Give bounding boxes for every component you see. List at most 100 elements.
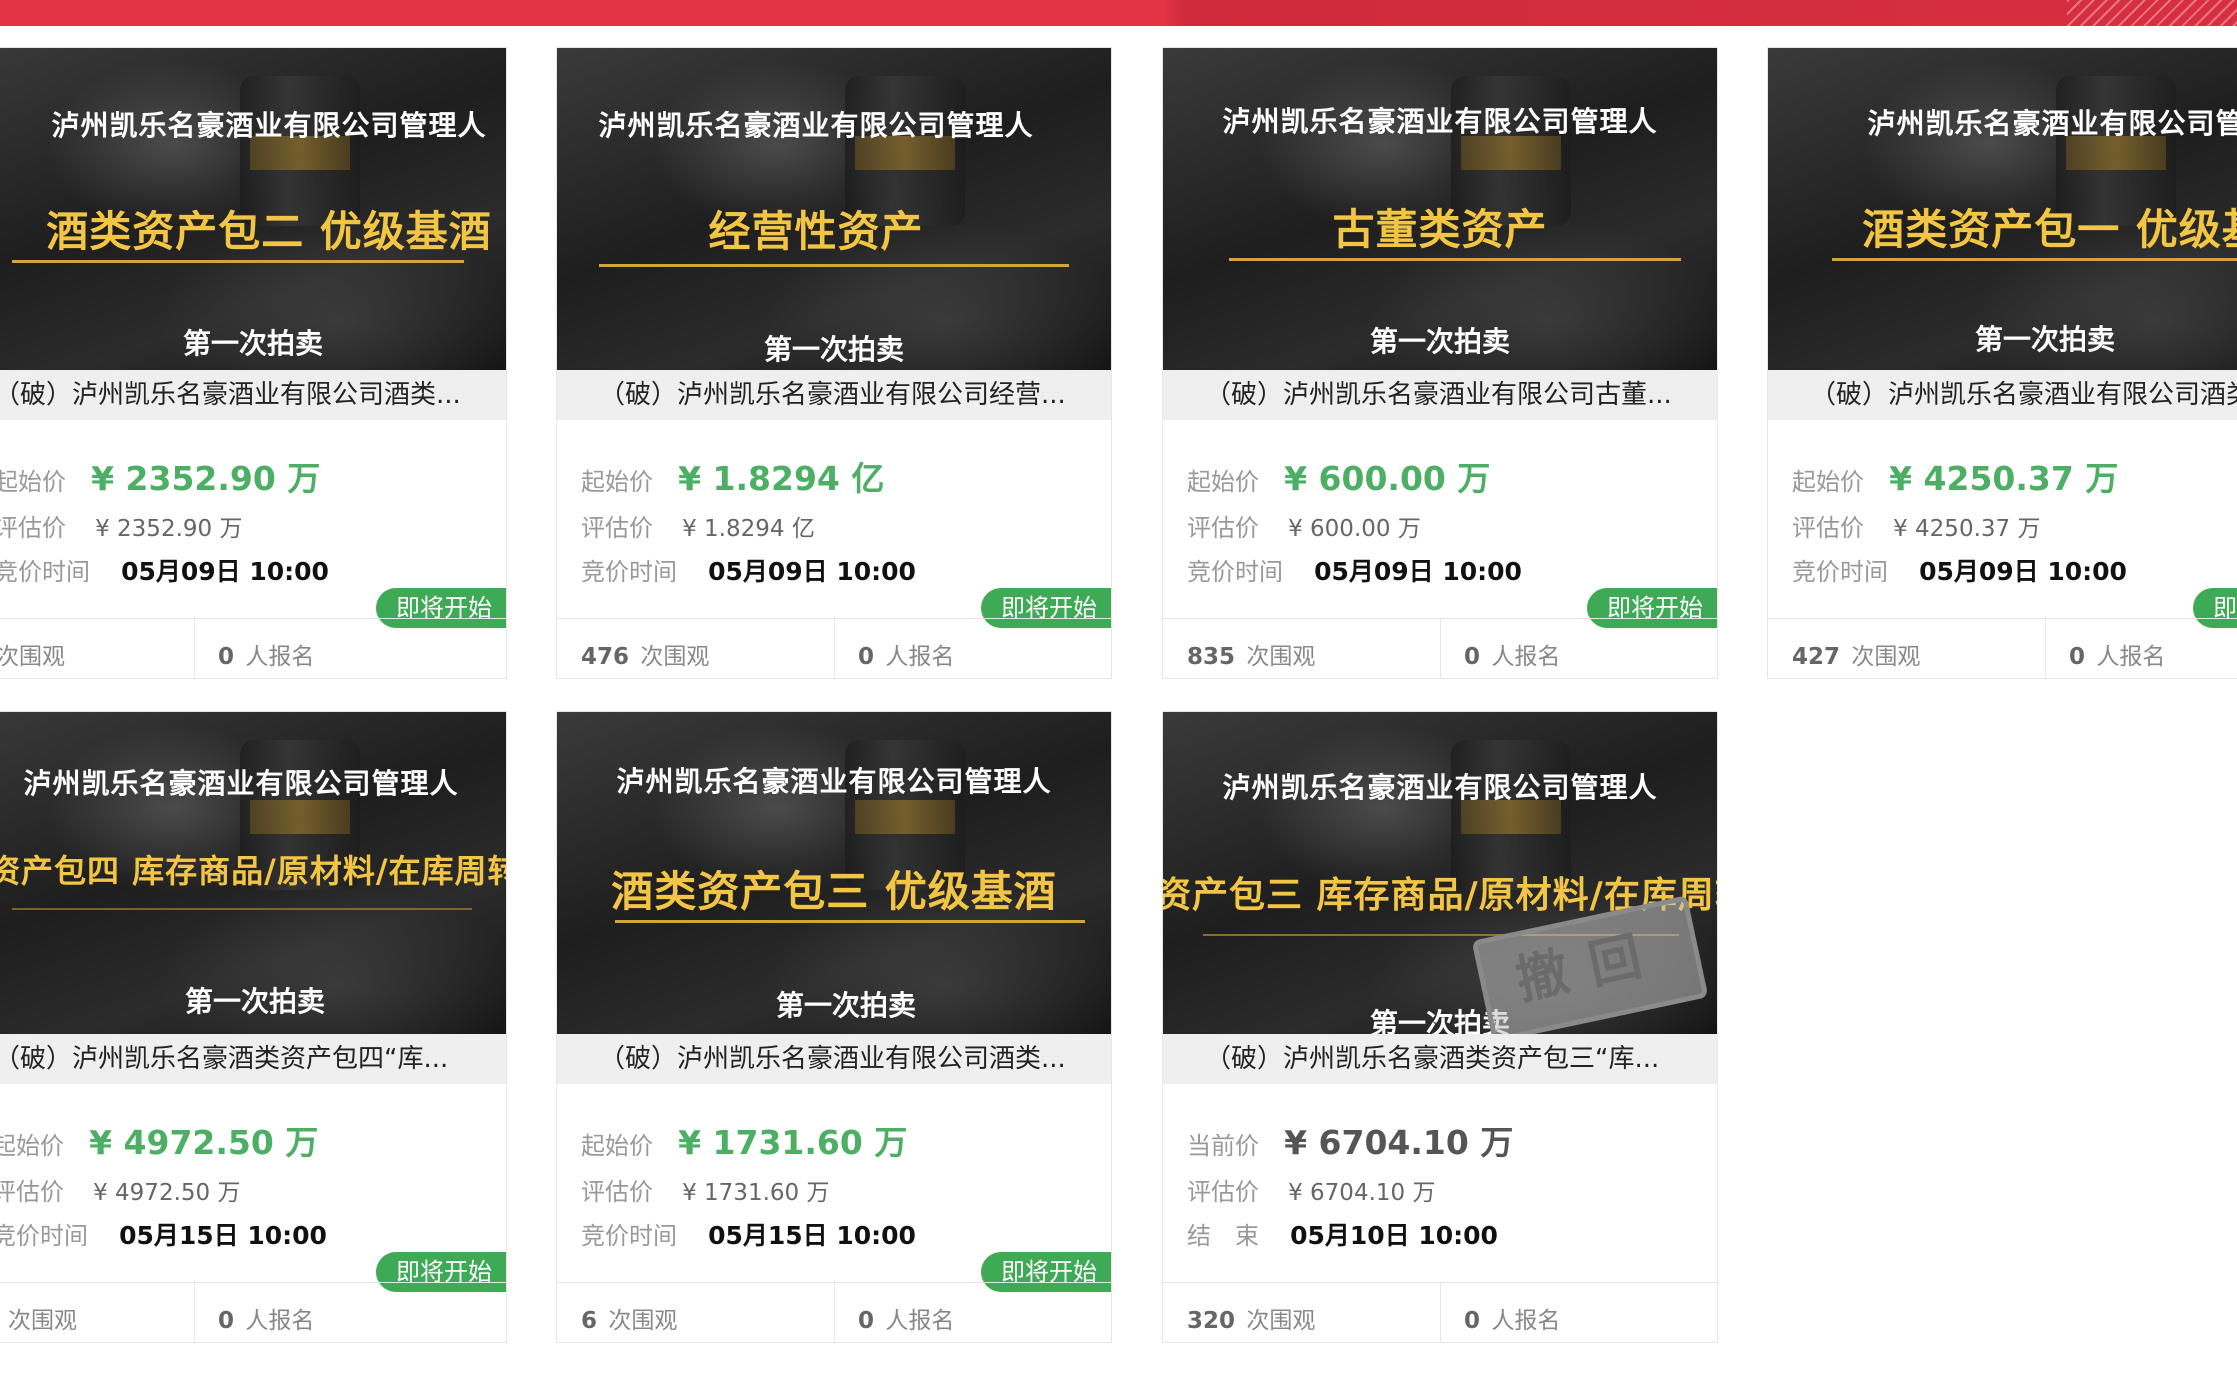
auction-card[interactable]: 泸州凯乐名豪酒业有限公司管理人 古董类资产 第一次拍卖 （破）泸州凯乐名豪酒业有… — [1162, 47, 1718, 679]
view-count-label: 次围观 — [640, 644, 710, 670]
start-price-row: 起始价 ¥ 4250.37 万 — [1792, 452, 2118, 500]
banner-divider — [615, 920, 1085, 923]
card-stats: 427 次围观 0 人报名 — [1768, 618, 2237, 678]
auction-card[interactable]: 泸州凯乐名豪酒业有限公司管理人 酒类资产包四 库存商品/原材料/在库周转材料 第… — [0, 711, 507, 1343]
start-price-row: 起始价 ¥ 2352.90 万 — [0, 452, 320, 500]
assess-price-value: ¥ 6704.10 万 — [1288, 1180, 1436, 1206]
view-count-number: 320 — [1187, 1308, 1236, 1334]
auction-card[interactable]: 泸州凯乐名豪酒业有限公司管理人 酒类资产包三 优级基酒 第一次拍卖 （破）泸州凯… — [556, 711, 1112, 1343]
view-count-number: 835 — [1187, 644, 1236, 670]
assess-price-value: ¥ 1731.60 万 — [682, 1180, 830, 1206]
banner-round-text: 第一次拍卖 — [184, 985, 325, 1018]
signup-count-number: 0 — [2069, 644, 2086, 670]
assess-price-row: 评估价 ¥ 600.00 万 — [1187, 508, 1421, 543]
current-price-value: ¥ 6704.10 万 — [1284, 1123, 1514, 1162]
banner-manager-text: 泸州凯乐名豪酒业有限公司管理人 — [1222, 771, 1658, 804]
stats-divider — [194, 619, 195, 678]
current-price-row: 当前价 ¥ 6704.10 万 — [1187, 1116, 1513, 1164]
assess-price-label: 评估价 — [1187, 1178, 1259, 1206]
banner-divider — [1832, 258, 2237, 261]
banner-manager-text: 泸州凯乐名豪酒业有限公司管理人 — [1867, 107, 2237, 140]
assess-price-row: 评估价 ¥ 4972.50 万 — [0, 1172, 240, 1207]
current-price-label: 当前价 — [1187, 1132, 1259, 1160]
banner-divider — [12, 260, 464, 263]
auction-card[interactable]: 泸州凯乐名豪酒业有限公司管理人 经营性资产 第一次拍卖 （破）泸州凯乐名豪酒业有… — [556, 47, 1112, 679]
assess-price-label: 评估价 — [581, 1178, 653, 1206]
assess-price-value: ¥ 4972.50 万 — [93, 1180, 241, 1206]
view-count-label: 次围观 — [0, 644, 66, 670]
stats-divider — [2045, 619, 2046, 678]
view-count: 6 次围观 — [581, 1301, 677, 1335]
bid-time-row: 竞价时间 05月15日 10:00 — [0, 1216, 327, 1252]
auction-banner-image[interactable]: 泸州凯乐名豪酒业有限公司管理人 古董类资产 第一次拍卖 — [1163, 48, 1717, 370]
bid-time-value: 05月09日 10:00 — [121, 557, 329, 586]
auction-title[interactable]: （破）泸州凯乐名豪酒业有限公司经营... — [557, 370, 1111, 420]
banner-manager-text: 泸州凯乐名豪酒业有限公司管理人 — [23, 767, 459, 800]
auction-banner-image[interactable]: 泸州凯乐名豪酒业有限公司管理人 酒类资产包一 优级基酒 第一次拍卖 — [1768, 48, 2237, 370]
auction-title[interactable]: （破）泸州凯乐名豪酒类资产包四“库... — [0, 1034, 506, 1084]
signup-count: 0 人报名 — [1464, 1301, 1560, 1335]
bid-time-label: 竞价时间 — [581, 1222, 677, 1250]
bid-time-row: 竞价时间 05月09日 10:00 — [1792, 552, 2127, 588]
start-price-label: 起始价 — [0, 1132, 64, 1160]
card-stats: 320 次围观 0 人报名 — [1163, 1282, 1717, 1342]
assess-price-row: 评估价 ¥ 2352.90 万 — [0, 508, 242, 543]
assess-price-label: 评估价 — [581, 514, 653, 542]
end-time-value: 05月10日 10:00 — [1290, 1221, 1498, 1250]
card-stats: 835 次围观 0 人报名 — [1163, 618, 1717, 678]
banner-hatch-decoration — [2067, 0, 2237, 26]
view-count-number: 476 — [581, 644, 630, 670]
signup-count-number: 0 — [218, 644, 235, 670]
banner-round-text: 第一次拍卖 — [775, 989, 916, 1022]
view-count: 427 次围观 — [1792, 637, 1920, 671]
signup-count: 0 人报名 — [858, 1301, 954, 1335]
auction-title[interactable]: （破）泸州凯乐名豪酒类资产包三“库... — [1163, 1034, 1717, 1084]
auction-banner-image[interactable]: 泸州凯乐名豪酒业有限公司管理人 酒类资产包四 库存商品/原材料/在库周转材料 第… — [0, 712, 506, 1034]
start-price-value: ¥ 4972.50 万 — [89, 1123, 319, 1162]
bid-time-value: 05月15日 10:00 — [708, 1221, 916, 1250]
card-stats: 次围观 0 人报名 — [0, 1282, 506, 1342]
view-count-label: 次围观 — [1246, 1308, 1316, 1334]
assess-price-value: ¥ 2352.90 万 — [95, 516, 243, 542]
bid-time-label: 竞价时间 — [0, 1222, 88, 1250]
assess-price-row: 评估价 ¥ 6704.10 万 — [1187, 1172, 1435, 1207]
signup-count: 0 人报名 — [218, 1301, 314, 1335]
auction-title[interactable]: （破）泸州凯乐名豪酒业有限公司酒类... — [557, 1034, 1111, 1084]
assess-price-label: 评估价 — [1187, 514, 1259, 542]
auction-banner-image[interactable]: 泸州凯乐名豪酒业有限公司管理人 酒类资产包二 优级基酒 第一次拍卖 — [0, 48, 506, 370]
auction-card[interactable]: 泸州凯乐名豪酒业有限公司管理人 资产包三 库存商品/原材料/在库周转 第一次拍卖… — [1162, 711, 1718, 1343]
view-count: 835 次围观 — [1187, 637, 1315, 671]
banner-package-text: 经营性资产 — [708, 207, 924, 256]
stats-divider — [1440, 1283, 1441, 1342]
bid-time-label: 竞价时间 — [1187, 558, 1283, 586]
banner-divider — [599, 264, 1069, 267]
auction-card[interactable]: 泸州凯乐名豪酒业有限公司管理人 酒类资产包二 优级基酒 第一次拍卖 （破）泸州凯… — [0, 47, 507, 679]
bid-time-row: 竞价时间 05月09日 10:00 — [581, 552, 916, 588]
assess-price-row: 评估价 ¥ 4250.37 万 — [1792, 508, 2040, 543]
auction-title[interactable]: （破）泸州凯乐名豪酒业有限公司酒类... — [1768, 370, 2237, 420]
signup-count: 0 人报名 — [858, 637, 954, 671]
signup-count-number: 0 — [1464, 644, 1481, 670]
view-count: 320 次围观 — [1187, 1301, 1315, 1335]
start-price-row: 起始价 ¥ 1731.60 万 — [581, 1116, 907, 1164]
auction-banner-image[interactable]: 泸州凯乐名豪酒业有限公司管理人 酒类资产包三 优级基酒 第一次拍卖 — [557, 712, 1111, 1034]
signup-count: 0 人报名 — [218, 637, 314, 671]
view-count-number: 427 — [1792, 644, 1841, 670]
bid-time-row: 竞价时间 05月09日 10:00 — [0, 552, 329, 588]
auction-banner-image[interactable]: 泸州凯乐名豪酒业有限公司管理人 资产包三 库存商品/原材料/在库周转 第一次拍卖… — [1163, 712, 1717, 1034]
auction-title[interactable]: （破）泸州凯乐名豪酒业有限公司酒类... — [0, 370, 506, 420]
auction-banner-image[interactable]: 泸州凯乐名豪酒业有限公司管理人 经营性资产 第一次拍卖 — [557, 48, 1111, 370]
start-price-value: ¥ 2352.90 万 — [91, 459, 321, 498]
signup-count-number: 0 — [858, 1308, 875, 1334]
start-price-value: ¥ 1731.60 万 — [678, 1123, 908, 1162]
banner-package-text: 酒类资产包三 优级基酒 — [611, 867, 1057, 916]
auction-card[interactable]: 泸州凯乐名豪酒业有限公司管理人 酒类资产包一 优级基酒 第一次拍卖 （破）泸州凯… — [1767, 47, 2237, 679]
signup-count-label: 人报名 — [885, 1308, 955, 1334]
top-banner-strip — [0, 0, 2237, 26]
start-price-label: 起始价 — [1187, 468, 1259, 496]
signup-count-label: 人报名 — [245, 1308, 315, 1334]
bid-time-value: 05月09日 10:00 — [1314, 557, 1522, 586]
stats-divider — [194, 1283, 195, 1342]
bid-time-value: 05月15日 10:00 — [119, 1221, 327, 1250]
auction-title[interactable]: （破）泸州凯乐名豪酒业有限公司古董... — [1163, 370, 1717, 420]
